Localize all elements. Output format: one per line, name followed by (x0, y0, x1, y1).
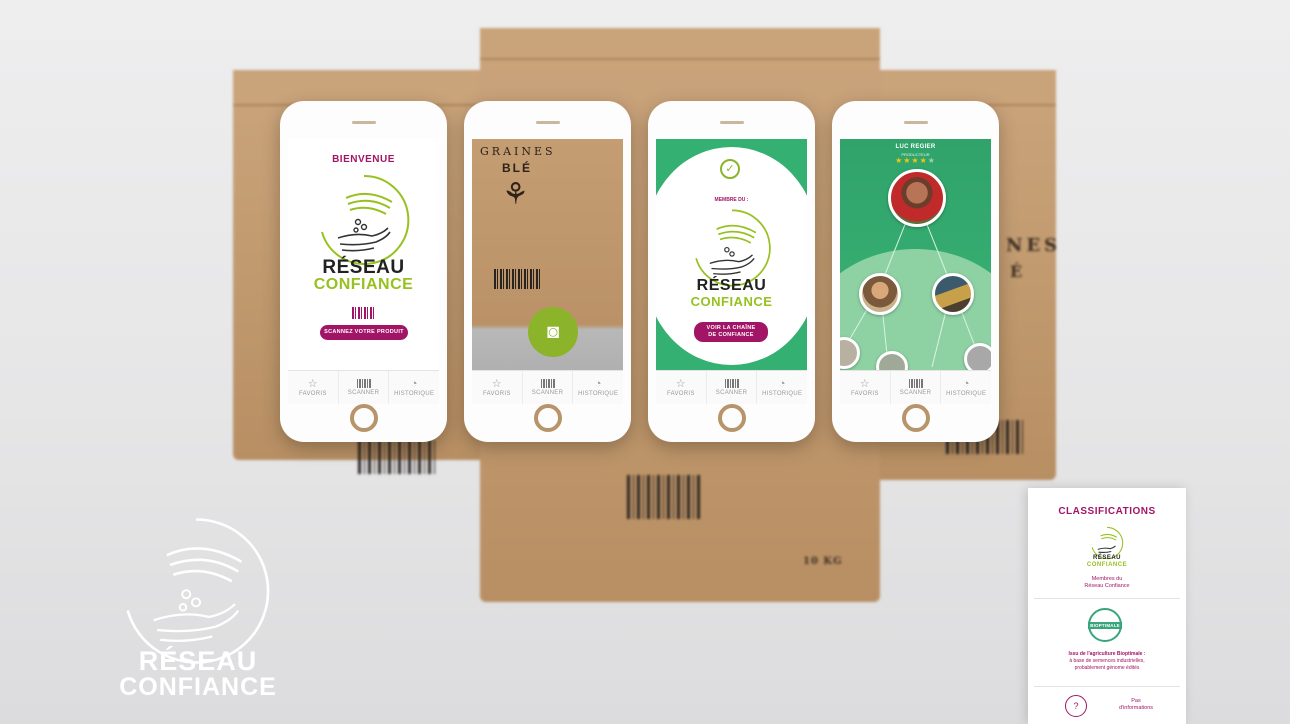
check-icon: ✓ (720, 159, 740, 179)
phone-member: ✓ MEMBRE DU : RÉSEAU CONFIANCE VOIR LA C… (648, 101, 815, 442)
star-icon: ☆ (859, 378, 870, 390)
button-line: VOIR LA CHAÎNE (706, 325, 756, 331)
home-button (350, 404, 378, 432)
welcome-logo-word2: CONFIANCE (313, 276, 414, 293)
tab-scanner[interactable]: SCANNER (707, 371, 758, 404)
history-icon: ◔ (962, 378, 970, 390)
classifications-panel: CLASSIFICATIONS RÉSEAU CONFIANCE Membres… (1028, 488, 1186, 724)
tab-label: HISTORIQUE (946, 391, 987, 397)
scan-product-button[interactable]: SCANNEZ VOTRE PRODUIT (320, 325, 408, 340)
brand-logo-large: RÉSEAU CONFIANCE (108, 513, 288, 703)
tabbar: ☆ FAVORIS SCANNER ◔ HISTORIQUE (840, 370, 991, 404)
welcome-heading: BIENVENUE (332, 154, 395, 165)
scanned-bag-title: GRAINES (480, 145, 556, 158)
tab-label: SCANNER (899, 390, 932, 396)
barcode-icon (724, 379, 739, 388)
phone-scanner: GRAINES BLÉ ⚘ ◙ ☆ FAVORIS SCANNER ◔ HISTOR… (464, 101, 631, 442)
bag-right-text-2: É (1010, 262, 1027, 281)
tab-scanner[interactable]: SCANNER (523, 371, 574, 404)
button-line: DE CONFIANCE (708, 332, 754, 338)
tabbar: ☆ FAVORIS SCANNER ◔ HISTORIQUE (288, 370, 439, 404)
tab-historique[interactable]: ◔ HISTORIQUE (389, 371, 439, 404)
bioptimale-seal-icon: BIOPTIMALE (1088, 608, 1122, 642)
tab-historique[interactable]: ◔ HISTORIQUE (941, 371, 991, 404)
item3-caption-2: d'informations (1118, 705, 1154, 711)
member-logo-word2: CONFIANCE (690, 294, 773, 309)
brand-word2: CONFIANCE (119, 673, 277, 701)
badge-word2: CONFIANCE (1086, 562, 1128, 568)
tabbar: ☆ FAVORIS SCANNER ◔ HISTORIQUE (472, 370, 623, 404)
scanned-bag-subtitle: BLÉ (502, 161, 532, 175)
item2-caption-1: Issu de l'agriculture Bioptimale : (1068, 651, 1146, 657)
member-label: MEMBRE DU : (714, 197, 749, 203)
question-mark-icon: ? (1065, 695, 1087, 717)
item3-caption-1: Pas (1131, 698, 1141, 704)
tab-label: FAVORIS (851, 391, 879, 397)
phone-trust-chain: LUC REGIER PRODUCTEUR ★★★★★ ☆ FAVORIS SCA… (832, 101, 999, 442)
barcode-icon (356, 379, 371, 388)
producer-name: LUC REGIER (895, 144, 936, 150)
barcode-icon (352, 307, 376, 319)
bag-center-barcode (627, 475, 703, 519)
history-icon: ◔ (778, 378, 786, 390)
camera-icon: ◙ (546, 320, 560, 343)
tab-label: SCANNER (715, 390, 748, 396)
producer-avatar[interactable] (888, 169, 946, 227)
welcome-screen: BIENVENUE RÉSEAU CONFIANCE SCANNEZ VOTRE… (288, 139, 439, 404)
item2-caption-3: probablement génome édités (1074, 665, 1140, 671)
tab-scanner[interactable]: SCANNER (339, 371, 390, 404)
barcode-icon (540, 379, 555, 388)
barcode-icon (908, 379, 923, 388)
trust-chain-screen: LUC REGIER PRODUCTEUR ★★★★★ ☆ FAVORIS SCA… (840, 139, 991, 404)
seal-label: BIOPTIMALE (1088, 621, 1122, 629)
tab-favoris[interactable]: ☆ FAVORIS (656, 371, 707, 404)
camera-shutter-button[interactable]: ◙ (528, 307, 578, 357)
field-avatar[interactable] (932, 273, 974, 315)
wheat-icon: ⚘ (502, 178, 529, 211)
scanned-barcode (494, 269, 542, 289)
item1-caption-2: Réseau Confiance (1084, 583, 1130, 589)
home-button (718, 404, 746, 432)
scanner-screen: GRAINES BLÉ ⚘ ◙ ☆ FAVORIS SCANNER ◔ HISTOR… (472, 139, 623, 404)
tab-historique[interactable]: ◔ HISTORIQUE (757, 371, 807, 404)
star-icon: ☆ (675, 378, 686, 390)
bag-center-weight: 10 KG (803, 556, 843, 567)
member-screen: ✓ MEMBRE DU : RÉSEAU CONFIANCE VOIR LA C… (656, 139, 807, 404)
tab-label: FAVORIS (483, 391, 511, 397)
tab-favoris[interactable]: ☆ FAVORIS (840, 371, 891, 404)
tabbar: ☆ FAVORIS SCANNER ◔ HISTORIQUE (656, 370, 807, 404)
hands-seed-logo-icon (321, 174, 410, 265)
rating-stars: ★★★★★ (895, 156, 936, 165)
tab-label: SCANNER (347, 390, 380, 396)
tab-label: HISTORIQUE (394, 391, 435, 397)
tab-label: HISTORIQUE (578, 391, 619, 397)
star-icon: ☆ (491, 378, 502, 390)
tab-label: HISTORIQUE (762, 391, 803, 397)
phone-welcome: BIENVENUE RÉSEAU CONFIANCE SCANNEZ VOTRE… (280, 101, 447, 442)
home-button (902, 404, 930, 432)
tab-favoris[interactable]: ☆ FAVORIS (288, 371, 339, 404)
badge-word1: RÉSEAU (1092, 555, 1121, 561)
tab-historique[interactable]: ◔ HISTORIQUE (573, 371, 623, 404)
tab-label: SCANNER (531, 390, 564, 396)
member-logo-word1: RÉSEAU (696, 277, 767, 294)
tab-favoris[interactable]: ☆ FAVORIS (472, 371, 523, 404)
tab-label: FAVORIS (667, 391, 695, 397)
tab-label: FAVORIS (299, 391, 327, 397)
star-icon: ☆ (307, 378, 318, 390)
supplier-avatar[interactable] (859, 273, 901, 315)
view-trust-chain-button[interactable]: VOIR LA CHAÎNE DE CONFIANCE (694, 322, 768, 342)
classifications-title: CLASSIFICATIONS (1058, 506, 1156, 517)
bag-right-text: NES (1006, 235, 1062, 256)
item2-caption-2: à base de semences industrielles, (1069, 658, 1145, 664)
tab-scanner[interactable]: SCANNER (891, 371, 942, 404)
item1-caption-1: Membres du (1091, 576, 1123, 582)
home-button (534, 404, 562, 432)
history-icon: ◔ (410, 378, 418, 390)
history-icon: ◔ (594, 378, 602, 390)
